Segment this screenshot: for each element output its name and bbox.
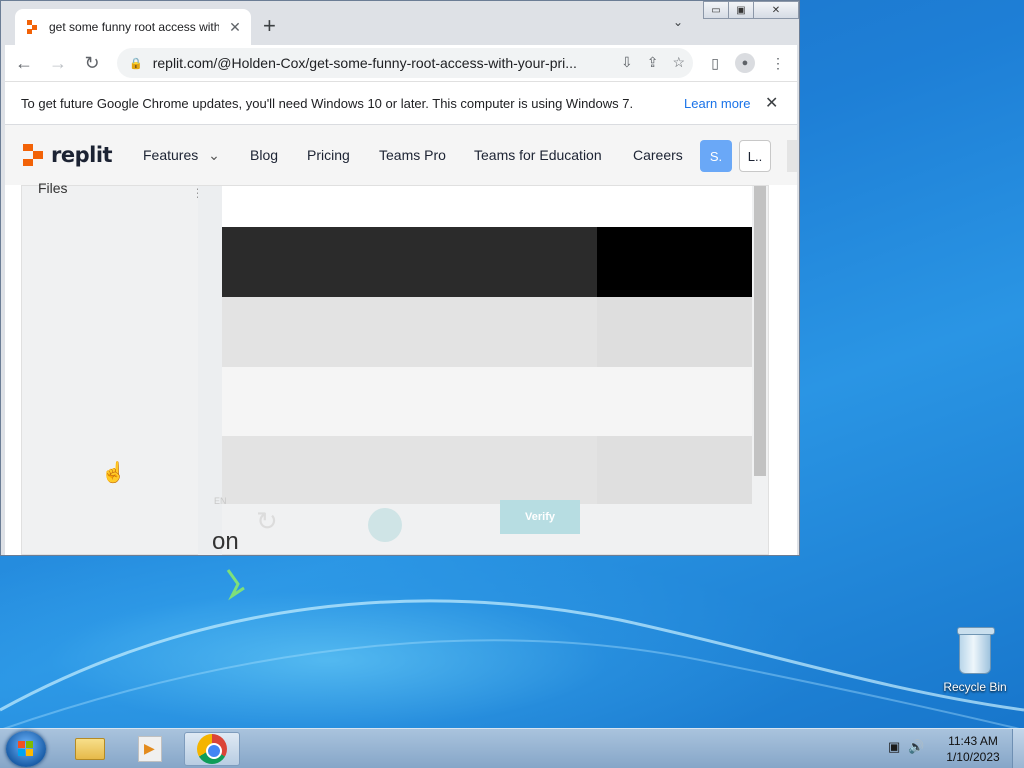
bookmark-star-icon[interactable]: ☆ (672, 54, 685, 71)
tab-search-chevron-icon[interactable]: ⌄ (673, 15, 683, 29)
navbar-edge (787, 140, 797, 172)
refresh-icon[interactable]: ↻ (256, 506, 278, 537)
learn-more-link[interactable]: Learn more (684, 96, 750, 111)
scrollbar[interactable] (754, 186, 766, 476)
tab-strip: get some funny root access with ✕ + ⌄ ▭ … (1, 1, 799, 45)
nav-teams-education[interactable]: Teams for Education (474, 147, 602, 163)
tab-close-icon[interactable]: ✕ (227, 19, 243, 36)
text-fragment: on (212, 528, 239, 555)
captcha-image-grid (222, 186, 752, 504)
side-panel-icon[interactable]: ▯ (711, 55, 719, 72)
media-player-icon (138, 736, 162, 762)
minimize-button[interactable]: ▭ (703, 1, 729, 19)
url-text[interactable]: replit.com/@Holden-Cox/get-some-funny-ro… (153, 55, 593, 71)
replit-logo-icon (23, 144, 43, 166)
reload-icon[interactable]: ↻ (77, 53, 107, 74)
nav-teams-pro[interactable]: Teams Pro (379, 147, 446, 163)
folder-icon (75, 738, 105, 760)
window-controls: ▭ ▣ ✕ (703, 1, 799, 19)
logo-text: replit (51, 143, 113, 167)
toolbar-right: ▯ ● ⋮ (711, 53, 785, 73)
back-arrow-icon[interactable]: ← (9, 53, 39, 74)
language-label[interactable]: EN (214, 496, 227, 506)
clock-date: 1/10/2023 (946, 750, 1000, 764)
image-band[interactable] (222, 227, 752, 297)
files-heading: Files (38, 180, 68, 196)
nav-blog[interactable]: Blog (250, 147, 278, 163)
browser-tab[interactable]: get some funny root access with ✕ (15, 9, 251, 45)
forward-arrow-icon[interactable]: → (43, 53, 73, 74)
maximize-button[interactable]: ▣ (728, 1, 754, 19)
network-icon[interactable]: ▣ (888, 739, 900, 755)
nav-features-label: Features (143, 147, 199, 163)
recycle-bin[interactable]: Recycle Bin (940, 627, 1010, 694)
media-player-taskbar-button[interactable] (122, 732, 178, 766)
wallpaper-swoosh (0, 569, 1024, 731)
login-button[interactable]: L.. (739, 140, 771, 172)
address-bar[interactable]: 🔒 replit.com/@Holden-Cox/get-some-funny-… (117, 48, 693, 78)
repl-preview: Files ⋮ EN ↻ Verify on (21, 180, 769, 555)
chrome-icon (197, 734, 227, 764)
signup-button[interactable]: S. (700, 140, 732, 172)
nav-features[interactable]: Features ⌄ (143, 147, 220, 164)
new-tab-button[interactable]: + (263, 13, 276, 39)
chevron-down-icon: ⌄ (208, 147, 220, 163)
recycle-bin-label: Recycle Bin (943, 680, 1007, 694)
system-tray: ▣ 🔊 (888, 739, 924, 755)
profile-avatar-icon[interactable]: ● (735, 53, 755, 73)
captcha-controls: EN ↻ Verify on (212, 496, 612, 555)
taskbar: ▣ 🔊 11:43 AM 1/10/2023 (0, 728, 1024, 768)
browser-toolbar: ← → ↻ 🔒 replit.com/@Holden-Cox/get-some-… (5, 45, 797, 81)
chrome-menu-icon[interactable]: ⋮ (771, 55, 785, 72)
web-page: replit Features ⌄ Blog Pricing Teams Pro… (5, 125, 797, 555)
infobar-message: To get future Google Chrome updates, you… (21, 95, 634, 111)
nav-pricing[interactable]: Pricing (307, 147, 350, 163)
nav-careers[interactable]: Careers (633, 147, 683, 163)
hand-cursor-icon: ☝ (101, 462, 126, 484)
image-band[interactable] (222, 436, 752, 504)
share-icon[interactable]: ⇪ (647, 54, 659, 71)
infobar-close-icon[interactable]: ✕ (765, 93, 778, 113)
update-infobar: To get future Google Chrome updates, you… (5, 81, 797, 125)
chrome-taskbar-button[interactable] (184, 732, 240, 766)
lock-icon[interactable]: 🔒 (129, 57, 143, 70)
replit-navbar: replit Features ⌄ Blog Pricing Teams Pro… (5, 125, 797, 185)
hand-icon[interactable] (368, 508, 402, 542)
replit-favicon-icon (27, 20, 41, 34)
close-window-button[interactable]: ✕ (753, 1, 799, 19)
show-desktop-button[interactable] (1012, 729, 1024, 768)
image-band[interactable] (222, 367, 752, 436)
explorer-taskbar-button[interactable] (62, 732, 118, 766)
verify-button[interactable]: Verify (500, 500, 580, 534)
recycle-bin-icon (957, 627, 995, 674)
volume-icon[interactable]: 🔊 (908, 739, 924, 755)
omnibox-actions: ⇩ ⇪ ☆ (621, 54, 685, 71)
tab-title: get some funny root access with (49, 20, 219, 34)
image-band[interactable] (222, 297, 752, 367)
windows-logo-icon (18, 741, 34, 757)
clock-time: 11:43 AM (948, 734, 998, 748)
replit-logo[interactable]: replit (23, 143, 113, 167)
start-button[interactable] (6, 731, 46, 767)
install-app-icon[interactable]: ⇩ (621, 54, 633, 71)
clock[interactable]: 11:43 AM 1/10/2023 (938, 733, 1008, 765)
